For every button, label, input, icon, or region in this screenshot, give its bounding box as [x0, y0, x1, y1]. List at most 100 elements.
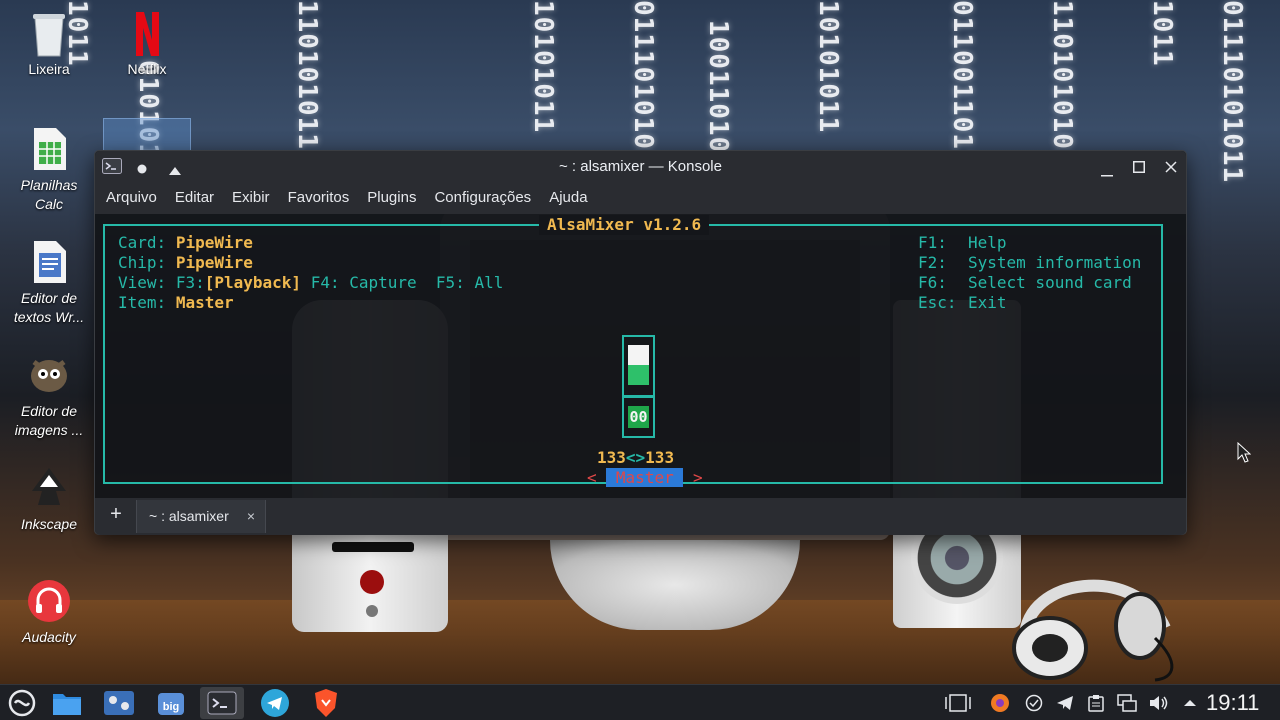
menu-exibir[interactable]: Exibir: [223, 181, 279, 214]
menu-favoritos[interactable]: Favoritos: [279, 181, 359, 214]
brave-icon[interactable]: [304, 687, 348, 719]
konsole-window[interactable]: ~ : alsamixer — Konsole Arquivo Editar E…: [94, 150, 1187, 535]
binary-text: 10101011: [813, 0, 843, 134]
biglinux-menu-icon[interactable]: [0, 687, 44, 719]
trash-icon: [26, 10, 72, 57]
card-value: PipeWire: [175, 233, 253, 252]
menu-configuracoes[interactable]: Configurações: [425, 181, 540, 214]
clock[interactable]: 19:11: [1206, 689, 1259, 717]
desktop-icon-editor-de-textos[interactable]: Editor de textos Wr...: [3, 239, 95, 327]
control-selector[interactable]: < Master >: [587, 468, 703, 488]
view-all[interactable]: F5: All: [436, 273, 503, 292]
desktop-icon-lixeira[interactable]: Lixeira: [3, 10, 95, 79]
control-prev-arrow: <: [587, 468, 597, 487]
telegram-icon[interactable]: [253, 687, 297, 719]
inkscape-icon: [26, 465, 72, 511]
mute-indicator: 00: [628, 406, 649, 428]
alsamixer-title: AlsaMixer v1.2.6: [539, 215, 710, 235]
firefox-tray-icon[interactable]: [990, 693, 1010, 713]
help-text: Select sound card: [968, 273, 1132, 292]
mouse-cursor-icon: [1237, 442, 1251, 463]
volume-right: 133: [645, 448, 675, 467]
view-capture[interactable]: F4: Capture: [311, 273, 417, 292]
window-switcher-icon[interactable]: [944, 693, 972, 713]
menubar: Arquivo Editar Exibir Favoritos Plugins …: [95, 181, 1186, 214]
close-icon[interactable]: [1165, 160, 1177, 178]
svg-text:big: big: [163, 701, 180, 713]
view-line: View: F3:[Playback] F4: Capture F5: All: [118, 273, 503, 293]
window-title: ~ : alsamixer — Konsole: [559, 157, 722, 175]
view-playback[interactable]: [Playback]: [205, 273, 301, 292]
help-key: Esc:: [918, 293, 957, 312]
konsole-taskbar-icon[interactable]: [200, 687, 244, 719]
volume-bar-upper: [628, 345, 649, 365]
help-key: F2:: [918, 253, 947, 272]
volume-left: 133: [597, 448, 626, 467]
headphones-illustration: [1012, 579, 1174, 682]
chip-label: Chip:: [118, 253, 167, 272]
binary-text: 110101011: [292, 0, 322, 150]
terminal-area[interactable]: AlsaMixer v1.2.6 Card: PipeWire Chip: Pi…: [95, 214, 1186, 498]
maximize-icon[interactable]: [1133, 160, 1145, 178]
volume-icon[interactable]: [1149, 693, 1169, 713]
expand-tray-icon[interactable]: [1180, 693, 1200, 713]
desktop-icon-inkscape[interactable]: Inkscape: [3, 465, 95, 534]
close-tab-icon[interactable]: ×: [247, 500, 255, 533]
desktop-icon-label: Editor de imagens ...: [14, 403, 84, 438]
text-document-icon: [26, 239, 72, 285]
speaker-bar: [332, 542, 414, 552]
control-next-arrow: >: [692, 468, 703, 487]
help-f2: F2: System information: [918, 253, 1141, 273]
menu-arquivo[interactable]: Arquivo: [97, 181, 166, 214]
binary-text: 1011: [1147, 0, 1177, 67]
new-tab-button[interactable]: +: [105, 503, 127, 526]
network-icon[interactable]: [1117, 693, 1137, 713]
help-text: Exit: [968, 293, 1007, 312]
audacity-icon: [26, 578, 72, 624]
help-esc: Esc: Exit: [918, 293, 1007, 313]
big-store-icon[interactable]: big: [149, 687, 193, 719]
desktop-icon-audacity[interactable]: Audacity: [3, 578, 95, 647]
volume-bar-level: [628, 365, 649, 385]
desktop-icon-label: Inkscape: [20, 516, 78, 532]
file-manager-icon[interactable]: [45, 687, 89, 719]
volume-readout: 133<>133: [597, 448, 674, 468]
help-f6: F6: Select sound card: [918, 273, 1132, 293]
telegram-tray-icon[interactable]: [1055, 693, 1075, 713]
taskbar: big 19:11: [0, 684, 1280, 720]
help-text: Help: [968, 233, 1007, 252]
desktop-icon-planilhas-calc[interactable]: Planilhas Calc: [3, 126, 95, 214]
chip-value: PipeWire: [175, 253, 253, 272]
menu-ajuda[interactable]: Ajuda: [540, 181, 596, 214]
binary-text: 100110101: [703, 20, 733, 170]
chip-line: Chip: PipeWire: [118, 253, 253, 273]
card-label: Card:: [118, 233, 167, 252]
speaker-knob: [366, 605, 378, 617]
help-key: F6:: [918, 273, 947, 292]
minimize-icon[interactable]: [1101, 164, 1113, 182]
mute-toggle[interactable]: 00: [622, 396, 655, 438]
alsamixer-frame: AlsaMixer v1.2.6 Card: PipeWire Chip: Pi…: [103, 215, 1163, 487]
binary-text: 10101011: [528, 0, 558, 134]
desktop-icon-label: Netflix: [127, 61, 167, 77]
view-label: View:: [118, 273, 167, 292]
speaker-led: [360, 570, 384, 594]
menu-editar[interactable]: Editar: [166, 181, 223, 214]
tab-label: ~ : alsamixer: [149, 508, 229, 524]
gimp-icon: [26, 352, 72, 398]
window-titlebar[interactable]: ~ : alsamixer — Konsole: [95, 151, 1186, 181]
tab-alsamixer[interactable]: ~ : alsamixer ×: [136, 500, 266, 533]
menu-plugins[interactable]: Plugins: [358, 181, 425, 214]
desktop-icon-label: Lixeira: [28, 61, 70, 77]
volume-sep: <>: [625, 448, 646, 467]
control-center-icon[interactable]: [97, 687, 141, 719]
binary-text: 01110101011: [1217, 0, 1247, 184]
tab-bar: + ~ : alsamixer ×: [95, 498, 1186, 535]
volume-meter[interactable]: [622, 335, 655, 397]
check-icon[interactable]: [1024, 693, 1044, 713]
desktop-icon-netflix[interactable]: Netflix: [101, 10, 193, 79]
item-line: Item: Master: [118, 293, 234, 313]
netflix-icon: [124, 10, 170, 56]
desktop-icon-editor-de-imagens[interactable]: Editor de imagens ...: [3, 352, 95, 440]
clipboard-icon[interactable]: [1086, 693, 1106, 713]
